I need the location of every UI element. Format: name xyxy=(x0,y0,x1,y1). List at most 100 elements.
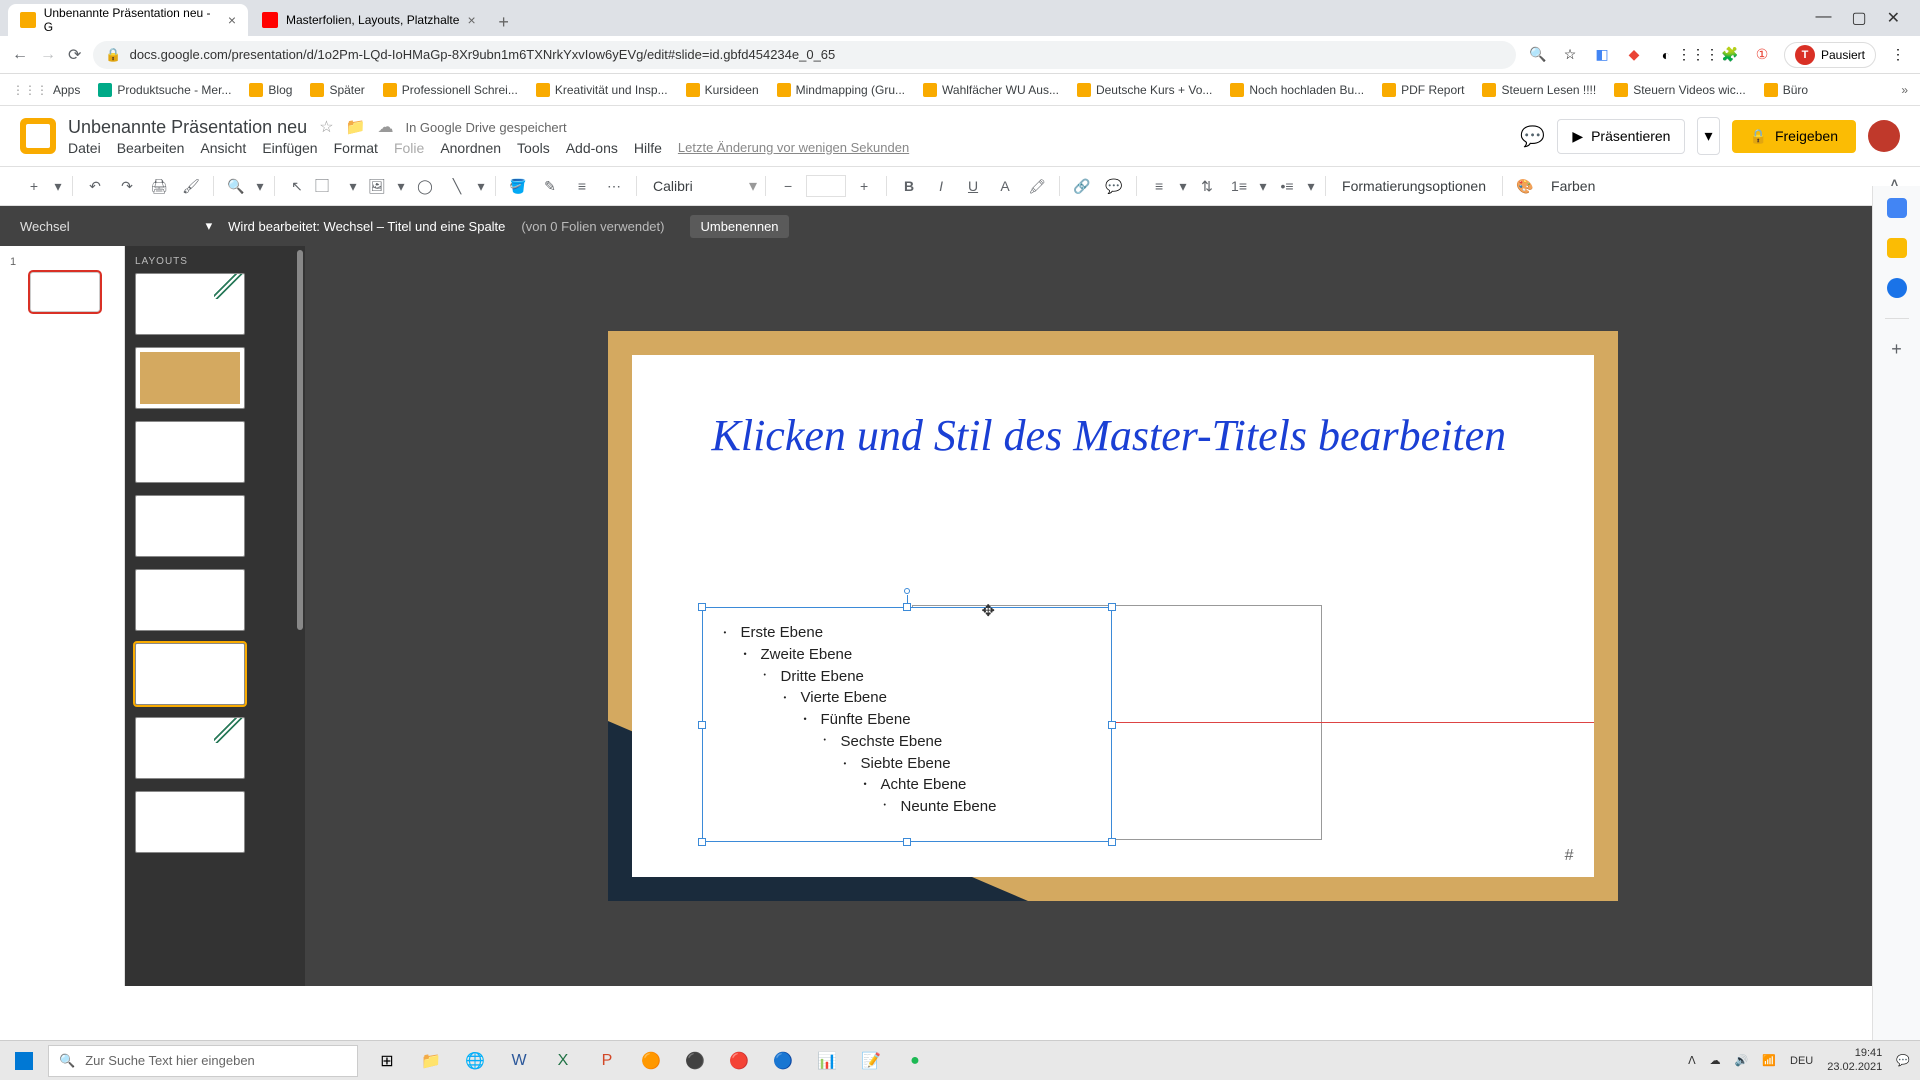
extension-badge-icon[interactable]: ① xyxy=(1752,45,1772,65)
menu-file[interactable]: Datei xyxy=(68,140,101,156)
wifi-icon[interactable]: 📶 xyxy=(1762,1054,1776,1067)
bookmark[interactable]: Später xyxy=(310,83,364,97)
layout-thumbnail[interactable] xyxy=(135,791,245,853)
browser-tab-active[interactable]: Unbenannte Präsentation neu - G × xyxy=(8,4,248,36)
bookmark[interactable]: Produktsuche - Mer... xyxy=(98,83,231,97)
close-tab-icon[interactable]: × xyxy=(228,12,236,28)
layout-thumbnail[interactable] xyxy=(135,569,245,631)
resize-handle[interactable] xyxy=(903,838,911,846)
font-select[interactable]: Calibri xyxy=(645,178,745,194)
layout-thumbnail[interactable] xyxy=(135,717,245,779)
border-weight-icon[interactable]: ≡ xyxy=(568,172,596,200)
minimize-icon[interactable]: — xyxy=(1815,8,1831,28)
menu-help[interactable]: Hilfe xyxy=(634,140,662,156)
slide-thumbnail[interactable] xyxy=(30,272,100,312)
menu-slide[interactable]: Folie xyxy=(394,140,424,156)
powerpoint-icon[interactable]: P xyxy=(586,1042,628,1080)
clock[interactable]: 19:41 23.02.2021 xyxy=(1827,1047,1882,1073)
numbered-list-icon[interactable]: 1≡ xyxy=(1225,172,1253,200)
image-tool-icon[interactable]: 🖼 xyxy=(363,172,391,200)
bookmarks-overflow-icon[interactable]: » xyxy=(1901,83,1908,97)
layout-thumbnail[interactable] xyxy=(135,347,245,409)
page-number-placeholder[interactable]: # xyxy=(1565,847,1574,865)
bookmark[interactable]: Steuern Lesen !!!! xyxy=(1482,83,1596,97)
rotate-handle[interactable] xyxy=(904,588,910,594)
move-icon[interactable]: 📁 xyxy=(346,117,366,137)
colors-button[interactable]: Farben xyxy=(1543,178,1603,194)
present-dropdown[interactable]: ▾ xyxy=(1697,117,1719,155)
extension-icon[interactable]: ◆ xyxy=(1624,45,1644,65)
menu-edit[interactable]: Bearbeiten xyxy=(117,140,185,156)
app-icon[interactable]: 🟠 xyxy=(630,1042,672,1080)
border-color-icon[interactable]: ✎ xyxy=(536,172,564,200)
layout-thumbnail[interactable] xyxy=(135,273,245,335)
line-tool-icon[interactable]: ╲ xyxy=(443,172,471,200)
profile-paused[interactable]: T Pausiert xyxy=(1784,42,1876,68)
bookmark[interactable]: Deutsche Kurs + Vo... xyxy=(1077,83,1212,97)
last-edit[interactable]: Letzte Änderung vor wenigen Sekunden xyxy=(678,140,909,156)
notepad-icon[interactable]: 📝 xyxy=(850,1042,892,1080)
star-icon[interactable]: ☆ xyxy=(1560,45,1580,65)
chrome-icon[interactable]: 🔴 xyxy=(718,1042,760,1080)
print-icon[interactable]: 🖨 xyxy=(145,172,173,200)
extensions-icon[interactable]: 🧩 xyxy=(1720,45,1740,65)
language-indicator[interactable]: DEU xyxy=(1790,1055,1813,1067)
bulleted-list-icon[interactable]: •≡ xyxy=(1273,172,1301,200)
layout-thumbnail[interactable] xyxy=(135,495,245,557)
comment-icon[interactable]: 💬 xyxy=(1100,172,1128,200)
fill-color-icon[interactable]: 🪣 xyxy=(504,172,532,200)
calendar-icon[interactable] xyxy=(1887,198,1907,218)
resize-handle[interactable] xyxy=(1108,721,1116,729)
line-spacing-icon[interactable]: ⇅ xyxy=(1193,172,1221,200)
back-icon[interactable]: ← xyxy=(12,46,28,64)
doc-title[interactable]: Unbenannte Präsentation neu xyxy=(68,117,307,138)
explorer-icon[interactable]: 📁 xyxy=(410,1042,452,1080)
volume-icon[interactable]: 🔊 xyxy=(1735,1054,1749,1067)
canvas[interactable]: Klicken und Stil des Master-Titels bearb… xyxy=(305,246,1920,986)
resize-handle[interactable] xyxy=(903,603,911,611)
redo-icon[interactable]: ↷ xyxy=(113,172,141,200)
extension-icon[interactable]: ◐ xyxy=(1656,45,1676,65)
master-title-placeholder[interactable]: Klicken und Stil des Master-Titels bearb… xyxy=(712,411,1514,462)
theme-dropdown-icon[interactable]: ▾ xyxy=(206,218,213,234)
bookmark[interactable]: Kursideen xyxy=(686,83,759,97)
align-icon[interactable]: ≡ xyxy=(1145,172,1173,200)
rename-button[interactable]: Umbenennen xyxy=(690,215,788,238)
select-tool-icon[interactable]: ↖ xyxy=(283,172,311,200)
bold-icon[interactable]: B xyxy=(895,172,923,200)
share-button[interactable]: 🔒 Freigeben xyxy=(1732,120,1856,153)
bookmark[interactable]: Blog xyxy=(249,83,292,97)
excel-icon[interactable]: X xyxy=(542,1042,584,1080)
undo-icon[interactable]: ↶ xyxy=(81,172,109,200)
layout-thumbnail[interactable] xyxy=(135,421,245,483)
menu-view[interactable]: Ansicht xyxy=(200,140,246,156)
star-icon[interactable]: ☆ xyxy=(319,117,333,137)
resize-handle[interactable] xyxy=(1108,838,1116,846)
maximize-icon[interactable]: ▢ xyxy=(1851,8,1866,28)
new-slide-dropdown[interactable]: ▾ xyxy=(52,172,64,200)
italic-icon[interactable]: I xyxy=(927,172,955,200)
profile-avatar[interactable] xyxy=(1868,120,1900,152)
keep-icon[interactable] xyxy=(1887,238,1907,258)
tasks-icon[interactable] xyxy=(1887,278,1907,298)
zoom-dropdown[interactable]: ▾ xyxy=(254,172,266,200)
zoom-icon[interactable]: 🔍 xyxy=(222,172,250,200)
border-dash-icon[interactable]: ⋯ xyxy=(600,172,628,200)
add-addon-icon[interactable]: + xyxy=(1891,339,1902,360)
menu-insert[interactable]: Einfügen xyxy=(262,140,317,156)
theme-name[interactable]: Wechsel xyxy=(20,219,70,234)
word-icon[interactable]: W xyxy=(498,1042,540,1080)
paint-format-icon[interactable]: 🖌 xyxy=(177,172,205,200)
shape-tool-icon[interactable]: ◯ xyxy=(411,172,439,200)
layout-thumbnail-selected[interactable] xyxy=(135,643,245,705)
close-tab-icon[interactable]: × xyxy=(467,12,475,28)
reload-icon[interactable]: ⟳ xyxy=(68,45,81,65)
bookmark[interactable]: Noch hochladen Bu... xyxy=(1230,83,1364,97)
forward-icon[interactable]: → xyxy=(40,46,56,64)
bookmark[interactable]: Steuern Videos wic... xyxy=(1614,83,1746,97)
font-size-input[interactable] xyxy=(806,175,846,197)
scrollbar[interactable] xyxy=(297,250,303,630)
address-bar[interactable]: 🔒 docs.google.com/presentation/d/1o2Pm-L… xyxy=(93,41,1516,69)
bookmark-apps[interactable]: ⋮⋮⋮Apps xyxy=(12,83,80,97)
resize-handle[interactable] xyxy=(698,721,706,729)
